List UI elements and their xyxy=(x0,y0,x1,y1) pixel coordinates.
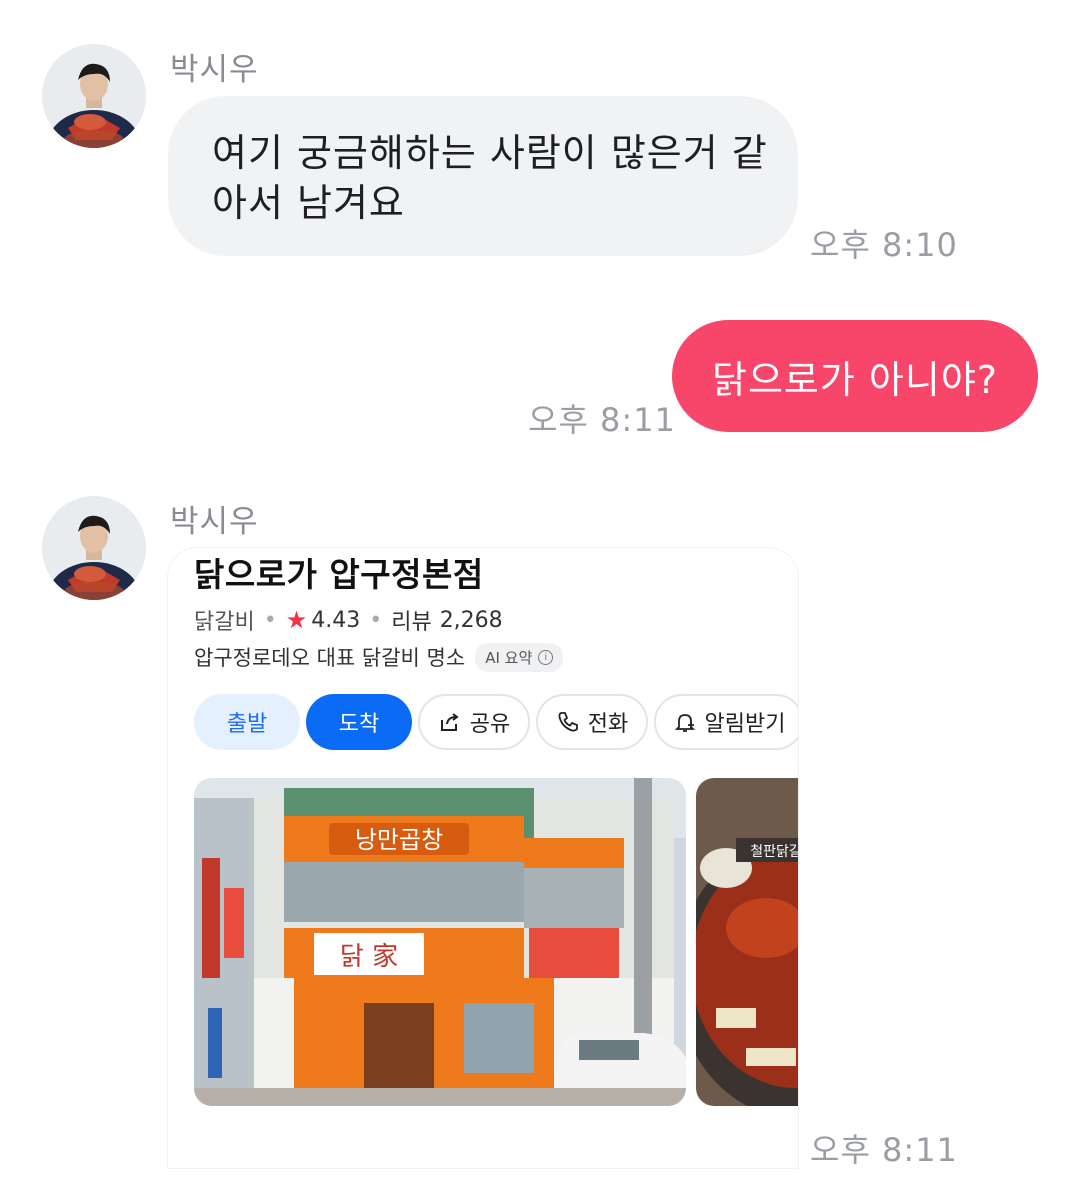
arrive-label: 도착 xyxy=(338,712,380,737)
sender-name: 박시우 xyxy=(170,504,259,540)
place-meta: 닭갈비 • ★ 4.43 • 리뷰 2,268 xyxy=(194,604,503,636)
share-icon xyxy=(438,710,462,734)
review-count: 2,268 xyxy=(439,607,503,633)
depart-label: 출발 xyxy=(226,712,268,737)
place-description-row: 압구정로데오 대표 닭갈비 명소 AI 요약 i xyxy=(194,642,564,672)
info-icon: i xyxy=(538,649,554,665)
place-actions: 출발 도착 공유 전화 알림받기 xyxy=(194,694,798,752)
review-label: 리뷰 xyxy=(391,610,432,635)
chat-thread: 박시우 여기 궁금해하는 사람이 많은거 같아서 남겨요 오후 8:10 오후 … xyxy=(0,0,1080,1196)
call-label: 전화 xyxy=(587,712,629,737)
place-photo-food[interactable]: 철판닭갈 xyxy=(696,778,798,1106)
depart-button[interactable]: 출발 xyxy=(194,694,300,750)
incoming-message-bubble[interactable]: 여기 궁금해하는 사람이 많은거 같아서 남겨요 xyxy=(168,96,798,256)
call-button[interactable]: 전화 xyxy=(536,694,648,750)
share-label: 공유 xyxy=(469,712,511,737)
place-photo-storefront[interactable]: 낭만곱창 닭 家 xyxy=(194,778,686,1106)
ai-badge-label: AI 요약 xyxy=(485,648,533,667)
phone-icon xyxy=(556,710,580,734)
alarm-label: 알림받기 xyxy=(704,712,786,737)
place-name: 닭으로가 압구정본점 xyxy=(194,555,484,594)
place-category: 닭갈비 xyxy=(194,610,255,635)
sender-name: 박시우 xyxy=(170,52,259,88)
place-description: 압구정로데오 대표 닭갈비 명소 xyxy=(194,646,466,670)
arrive-button[interactable]: 도착 xyxy=(306,694,412,750)
message-text: 여기 궁금해하는 사람이 많은거 같아서 남겨요 xyxy=(212,131,768,225)
message-text: 닭으로가 아니야? xyxy=(712,357,998,402)
alarm-button[interactable]: 알림받기 xyxy=(654,694,798,750)
svg-text:철판닭갈: 철판닭갈 xyxy=(750,844,798,860)
ai-summary-badge[interactable]: AI 요약 i xyxy=(475,642,564,672)
avatar-photo xyxy=(42,496,146,600)
svg-text:낭만곱창: 낭만곱창 xyxy=(355,826,443,854)
sender-avatar[interactable] xyxy=(42,496,146,600)
place-card[interactable]: 닭으로가 압구정본점 닭갈비 • ★ 4.43 • 리뷰 2,268 압구정로데… xyxy=(168,548,798,1168)
separator-dot: • xyxy=(263,607,277,633)
avatar-photo xyxy=(42,44,146,148)
separator-dot: • xyxy=(369,607,383,633)
place-rating: 4.43 xyxy=(311,607,361,633)
message-time: 오후 8:11 xyxy=(810,1131,958,1169)
sender-avatar[interactable] xyxy=(42,44,146,148)
outgoing-message-bubble[interactable]: 닭으로가 아니야? xyxy=(672,320,1038,432)
star-icon: ★ xyxy=(285,606,308,634)
message-time: 오후 8:11 xyxy=(528,401,676,439)
bell-plus-icon xyxy=(673,710,697,734)
message-time: 오후 8:10 xyxy=(810,226,958,264)
share-button[interactable]: 공유 xyxy=(418,694,530,750)
svg-text:닭 家: 닭 家 xyxy=(340,942,398,972)
